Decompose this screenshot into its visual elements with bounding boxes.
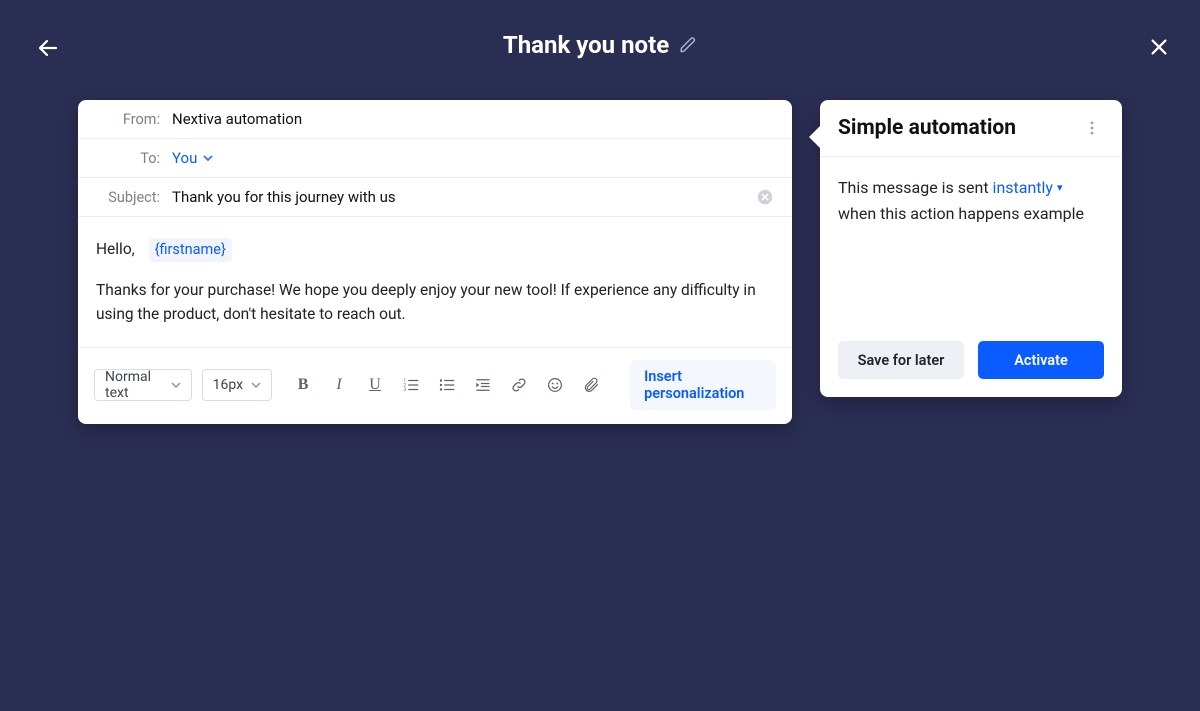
composer-card: From: Nextiva automation To: You Subject…	[78, 100, 792, 424]
pencil-icon	[679, 36, 697, 54]
side-header: Simple automation	[820, 100, 1122, 157]
unordered-list-icon	[438, 376, 456, 394]
page-header: Thank you note	[0, 0, 1200, 90]
ordered-list-icon: 1 2 3	[402, 376, 420, 394]
from-value: Nextiva automation	[172, 110, 774, 128]
save-for-later-button[interactable]: Save for later	[838, 341, 964, 379]
sentence-part-b: when this action happens example	[838, 204, 1084, 223]
link-icon	[510, 376, 528, 394]
stage: From: Nextiva automation To: You Subject…	[78, 100, 1122, 424]
paperclip-icon	[582, 376, 600, 394]
personalization-chip[interactable]: {firstname}	[149, 238, 232, 262]
caret-down-icon	[251, 380, 261, 390]
automation-panel: Simple automation This message is sent i…	[820, 100, 1122, 397]
font-size-value: 16px	[213, 377, 243, 393]
kebab-icon	[1084, 120, 1100, 136]
emoji-icon	[546, 376, 564, 394]
close-button[interactable]	[1148, 36, 1170, 58]
side-title: Simple automation	[838, 116, 1016, 140]
from-row: From: Nextiva automation	[78, 100, 792, 139]
panel-pointer	[809, 126, 820, 148]
font-size-select[interactable]: 16px	[202, 369, 272, 401]
attachment-button[interactable]	[580, 374, 602, 396]
subject-input[interactable]: Thank you for this journey with us	[172, 188, 756, 206]
editor-body[interactable]: Hello, {firstname} Thanks for your purch…	[78, 217, 792, 347]
timing-dropdown[interactable]: instantly ▾	[993, 175, 1063, 201]
indent-button[interactable]	[472, 374, 494, 396]
close-icon	[1148, 36, 1170, 58]
subject-row: Subject: Thank you for this journey with…	[78, 178, 792, 217]
arrow-left-icon	[36, 36, 60, 60]
edit-title-button[interactable]	[679, 36, 697, 54]
to-value-wrap: You	[172, 149, 774, 167]
greeting-line: Hello, {firstname}	[96, 237, 774, 262]
caret-down-icon	[171, 380, 181, 390]
indent-icon	[474, 376, 492, 394]
back-button[interactable]	[36, 36, 60, 60]
greeting-text: Hello,	[96, 240, 135, 258]
caret-down-icon	[203, 153, 213, 163]
sentence-part-a: This message is sent	[838, 178, 989, 197]
italic-button[interactable]: I	[328, 374, 350, 396]
emoji-button[interactable]	[544, 374, 566, 396]
clear-icon	[756, 188, 774, 206]
activate-button[interactable]: Activate	[978, 341, 1104, 379]
panel-menu-button[interactable]	[1080, 118, 1104, 138]
editor-toolbar: Normal text 16px B I U 1	[78, 347, 792, 424]
clear-subject-button[interactable]	[756, 188, 774, 206]
text-style-select[interactable]: Normal text	[94, 369, 192, 401]
page-title-wrap: Thank you note	[503, 31, 697, 59]
bold-button[interactable]: B	[292, 374, 314, 396]
to-label: To:	[96, 150, 160, 167]
format-icons: B I U 1 2 3	[292, 374, 602, 396]
subject-label: Subject:	[96, 189, 160, 206]
unordered-list-button[interactable]	[436, 374, 458, 396]
from-label: From:	[96, 111, 160, 128]
to-row: To: You	[78, 139, 792, 178]
link-button[interactable]	[508, 374, 530, 396]
caret-down-icon: ▾	[1057, 179, 1063, 197]
svg-text:3: 3	[404, 387, 407, 393]
page-title: Thank you note	[503, 31, 669, 59]
insert-personalization-button[interactable]: Insert personalization	[630, 360, 776, 410]
timing-value: instantly	[993, 175, 1053, 201]
to-value: You	[172, 149, 197, 167]
text-style-value: Normal text	[105, 369, 163, 401]
body-paragraph: Thanks for your purchase! We hope you de…	[96, 278, 774, 326]
to-dropdown[interactable]: You	[172, 149, 213, 167]
side-panel-wrap: Simple automation This message is sent i…	[820, 100, 1122, 397]
underline-button[interactable]: U	[364, 374, 386, 396]
ordered-list-button[interactable]: 1 2 3	[400, 374, 422, 396]
side-body: This message is sent instantly ▾ when th…	[820, 157, 1122, 327]
side-footer: Save for later Activate	[820, 327, 1122, 397]
